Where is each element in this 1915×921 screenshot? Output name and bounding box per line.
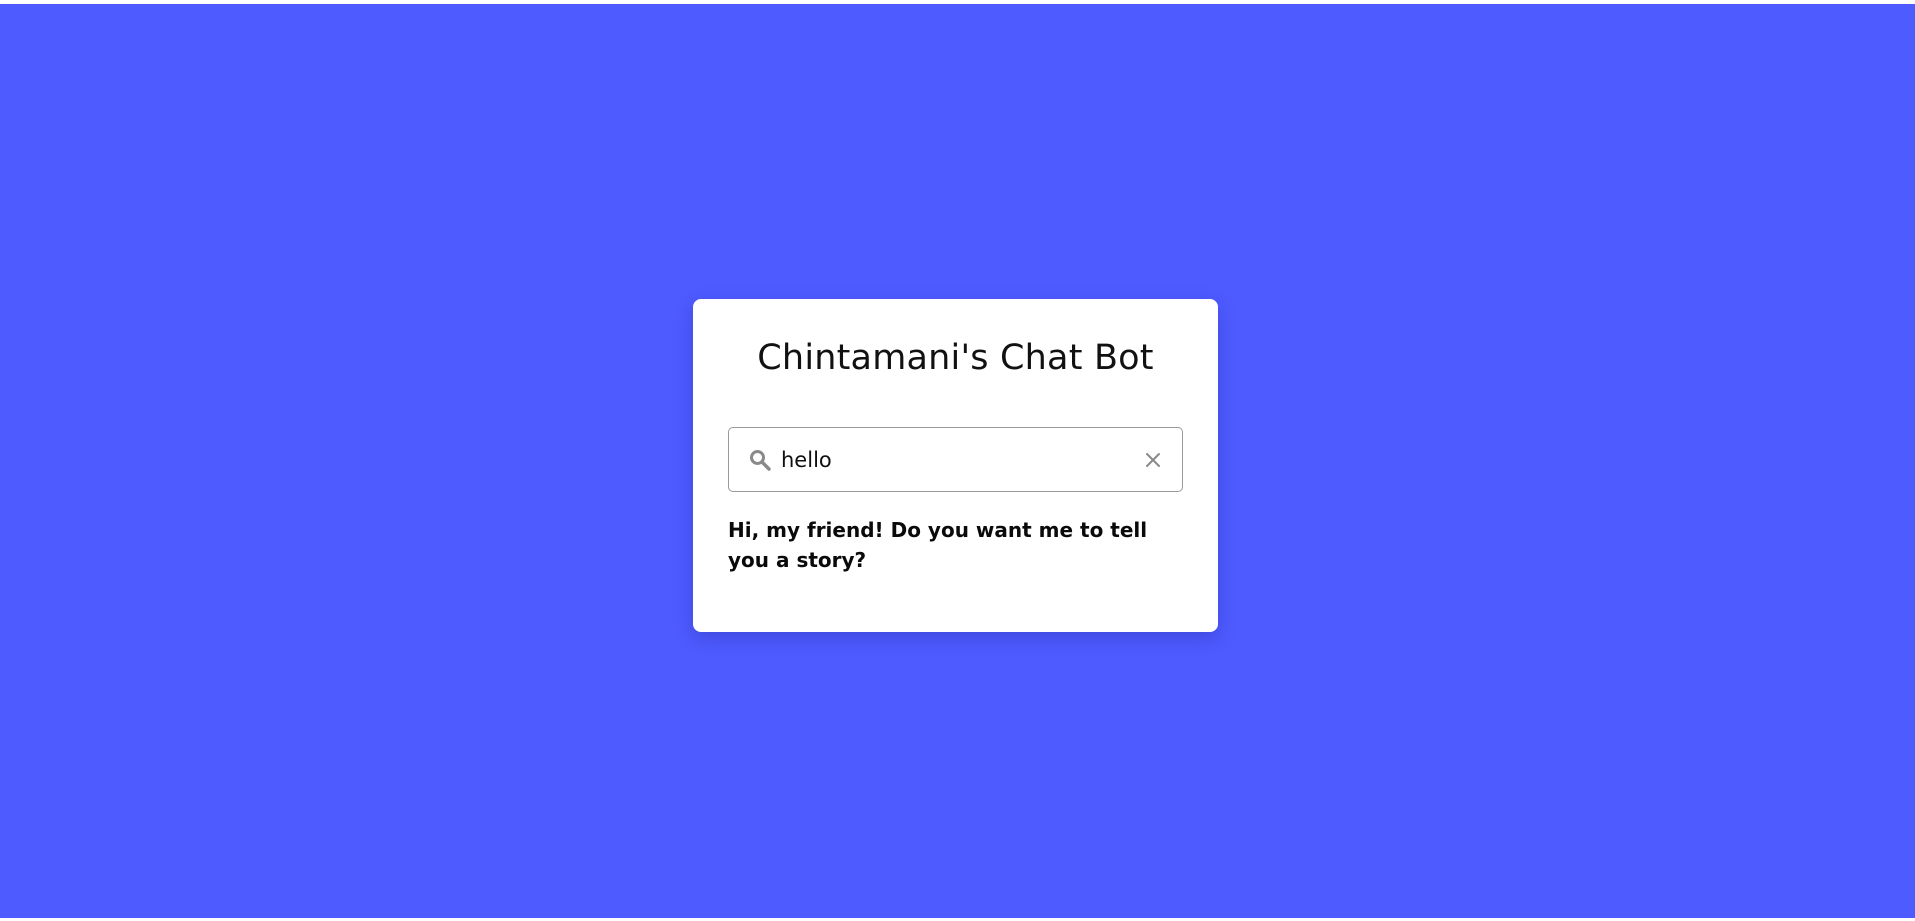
search-input[interactable] xyxy=(781,438,1121,481)
page-background: Chintamani's Chat Bot Hi, my friend! Do … xyxy=(0,4,1915,918)
search-box[interactable] xyxy=(728,427,1183,492)
chat-card: Chintamani's Chat Bot Hi, my friend! Do … xyxy=(693,299,1218,632)
close-icon[interactable] xyxy=(1144,451,1162,469)
page-title: Chintamani's Chat Bot xyxy=(757,338,1154,378)
search-icon xyxy=(749,449,771,471)
bot-response: Hi, my friend! Do you want me to tell yo… xyxy=(728,518,1148,572)
